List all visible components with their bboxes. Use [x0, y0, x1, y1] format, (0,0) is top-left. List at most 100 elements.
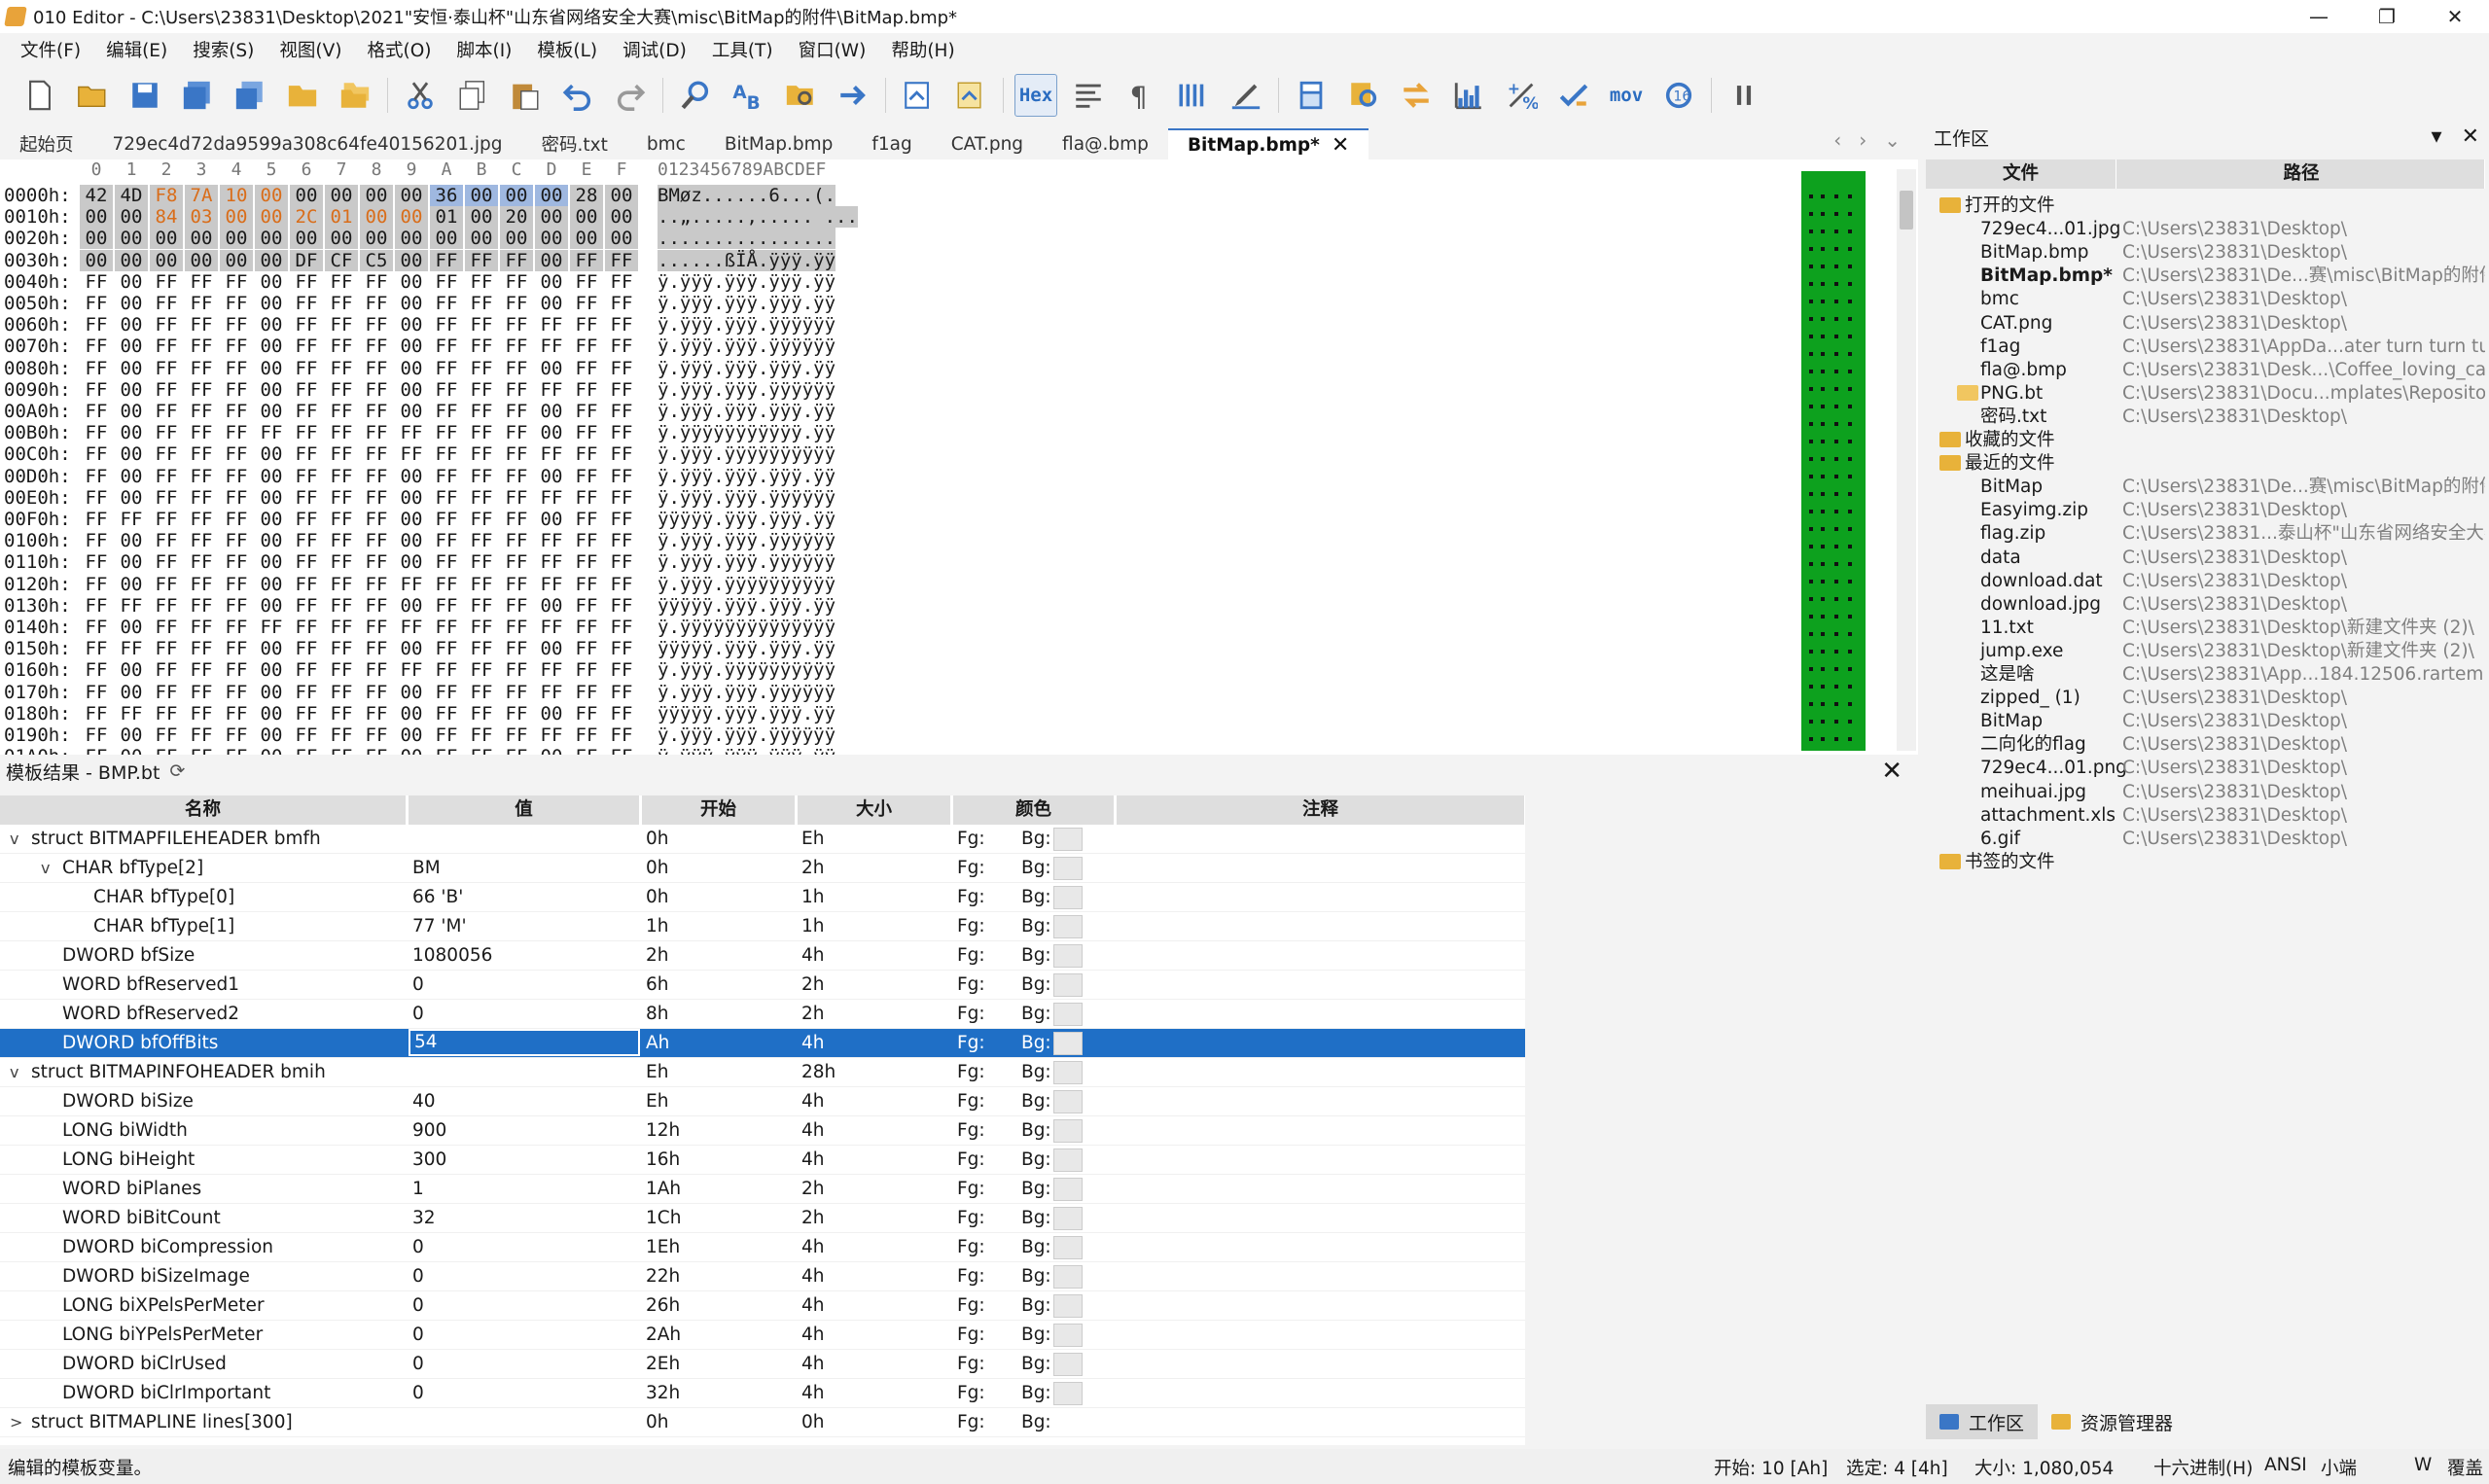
hex-byte[interactable]: 36	[430, 185, 463, 206]
hex-byte[interactable]: FF	[185, 379, 218, 401]
hex-ascii[interactable]: ÿ.ÿÿÿ.ÿÿÿ.ÿÿÿÿÿÿ	[658, 724, 836, 746]
hex-byte[interactable]: 2C	[290, 206, 323, 229]
maximize-button[interactable]: ❐	[2353, 0, 2421, 33]
file-tab[interactable]: fla@.bmp	[1043, 128, 1168, 159]
hex-byte[interactable]: FF	[185, 746, 218, 755]
hex-byte[interactable]: 00	[535, 466, 568, 487]
hex-byte[interactable]: FF	[185, 487, 218, 509]
hex-byte[interactable]: FF	[360, 703, 393, 724]
hex-byte[interactable]: FF	[80, 293, 113, 314]
hex-ascii[interactable]: ÿ.ÿÿÿ.ÿÿÿ.ÿÿÿÿÿÿ	[658, 682, 836, 703]
hex-byte[interactable]: FF	[290, 466, 323, 487]
hex-byte[interactable]: FF	[325, 659, 358, 681]
hex-byte[interactable]: FF	[605, 401, 638, 422]
hex-byte[interactable]: FF	[535, 617, 568, 638]
hex-byte[interactable]: FF	[185, 659, 218, 681]
hex-byte[interactable]: 00	[430, 228, 463, 250]
hex-byte[interactable]: FF	[290, 724, 323, 746]
hex-byte[interactable]: 00	[115, 358, 148, 379]
save-as-icon[interactable]	[176, 74, 219, 117]
hex-byte[interactable]: 00	[395, 638, 428, 659]
hex-row[interactable]: 00B0h: FF 00 FF FF FF FF FF FF FF FF FF FF FF 00 FF FF ÿ.…	[0, 422, 1799, 443]
hex-byte[interactable]: 00	[255, 509, 288, 530]
color-swatch[interactable]	[1052, 1353, 1083, 1376]
hex-byte[interactable]: 00	[605, 228, 638, 250]
hex-row[interactable]: 0060h: FF 00 FF FF FF 00 FF FF FF 00 FF FF FF FF FF FF ÿ.…	[0, 314, 1799, 336]
hex-byte[interactable]: FF	[465, 379, 498, 401]
hex-byte[interactable]: 00	[500, 228, 533, 250]
template-results-table[interactable]: 名称值开始 大小 颜色 注释 v struct BITMAPFILEHEADER bmfh…	[0, 795, 1525, 1445]
hex-byte[interactable]: 00	[535, 358, 568, 379]
template-row[interactable]: CHAR bfType[1] 77 'M' 1h 1h Fg: Bg:	[0, 912, 1525, 941]
hex-byte[interactable]: FF	[430, 271, 463, 293]
hex-byte[interactable]: FF	[570, 249, 603, 271]
hex-byte[interactable]: 00	[115, 551, 148, 573]
hex-byte[interactable]: 00	[115, 466, 148, 487]
hex-byte[interactable]: FF	[220, 617, 253, 638]
hex-byte[interactable]: FF	[150, 638, 183, 659]
operation-icon[interactable]	[1552, 74, 1595, 117]
hex-byte[interactable]: FF	[465, 682, 498, 703]
hex-byte[interactable]: 00	[465, 228, 498, 250]
highlight-icon[interactable]	[1225, 74, 1267, 117]
disassembler-button[interactable]: mov	[1605, 74, 1648, 117]
hex-byte[interactable]: 7A	[185, 185, 218, 206]
hex-byte[interactable]: FF	[220, 443, 253, 465]
hex-byte[interactable]: FF	[605, 595, 638, 617]
template-row[interactable]: DWORD bfOffBits 54 Ah 4h Fg: Bg:	[0, 1029, 1525, 1058]
hex-byte[interactable]: 00	[395, 509, 428, 530]
hex-byte[interactable]: FF	[360, 682, 393, 703]
hex-byte[interactable]: FF	[360, 595, 393, 617]
hex-byte[interactable]: 00	[395, 336, 428, 357]
hex-byte[interactable]: FF	[80, 638, 113, 659]
hex-byte[interactable]: FF	[500, 422, 533, 443]
hex-byte[interactable]: FF	[570, 336, 603, 357]
hex-byte[interactable]: 00	[220, 228, 253, 250]
hex-byte[interactable]: FF	[150, 271, 183, 293]
hex-byte[interactable]: 00	[150, 249, 183, 271]
hex-byte[interactable]: FF	[150, 293, 183, 314]
hex-byte[interactable]: FF	[150, 336, 183, 357]
hex-byte[interactable]: FF	[220, 466, 253, 487]
hex-row[interactable]: 0070h: FF 00 FF FF FF 00 FF FF FF 00 FF FF FF FF FF FF ÿ.…	[0, 336, 1799, 357]
template-row[interactable]: LONG biWidth 900 12h 4h Fg: Bg:	[0, 1116, 1525, 1146]
hex-row[interactable]: 0030h: 00 00 00 00 00 00 DF CF C5 00 FF FF FF 00 FF FF..…	[0, 249, 1799, 271]
hex-byte[interactable]: 00	[255, 682, 288, 703]
hex-byte[interactable]: FF	[360, 659, 393, 681]
hex-byte[interactable]: 00	[255, 659, 288, 681]
hex-byte[interactable]: FF	[430, 746, 463, 755]
menu-item-2[interactable]: 搜索(S)	[180, 37, 267, 62]
hex-byte[interactable]: FF	[185, 682, 218, 703]
hex-byte[interactable]: FF	[80, 682, 113, 703]
hex-byte[interactable]: FF	[500, 595, 533, 617]
hex-byte[interactable]: FF	[290, 530, 323, 551]
workspace-item[interactable]: 密码.txt C:\Users\23831\Desktop\	[1926, 406, 2485, 429]
hex-byte[interactable]: FF	[605, 422, 638, 443]
hex-row[interactable]: 0160h: FF 00 FF FF FF 00 FF FF FF FF FF FF FF FF FF FF ÿ.…	[0, 659, 1799, 681]
hex-byte[interactable]: FF	[150, 595, 183, 617]
template-value[interactable]: 0	[409, 1233, 640, 1262]
hex-byte[interactable]: FF	[605, 574, 638, 595]
hex-byte[interactable]: FF	[220, 574, 253, 595]
script-icon[interactable]	[897, 74, 940, 117]
hex-byte[interactable]: 00	[115, 746, 148, 755]
hex-byte[interactable]: 84	[150, 206, 183, 229]
template-row[interactable]: DWORD biSizeImage 0 22h 4h Fg: Bg:	[0, 1262, 1525, 1291]
hex-byte[interactable]: FF	[80, 314, 113, 336]
hex-row[interactable]: 00D0h: FF 00 FF FF FF 00 FF FF FF 00 FF FF FF 00 FF FF ÿ.…	[0, 466, 1799, 487]
color-swatch[interactable]	[1052, 857, 1083, 880]
hex-byte[interactable]: FF	[360, 574, 393, 595]
hex-byte[interactable]: FF	[360, 617, 393, 638]
template-value[interactable]: 54	[409, 1029, 640, 1056]
hex-byte[interactable]: FF	[290, 595, 323, 617]
hex-byte[interactable]: DF	[290, 249, 323, 271]
status-base[interactable]: 十六进制(H)	[2153, 1455, 2253, 1480]
hex-byte[interactable]: FF	[535, 551, 568, 573]
hex-byte[interactable]: FF	[185, 271, 218, 293]
hex-ascii[interactable]: ÿ.ÿÿÿ.ÿÿÿÿÿÿÿÿÿÿ	[658, 659, 836, 681]
hex-byte[interactable]: FF	[500, 379, 533, 401]
template-value[interactable]: 66 'B'	[409, 883, 640, 912]
workspace-bottom-tab[interactable]: 工作区	[1926, 1404, 2039, 1439]
template-value[interactable]: 1080056	[409, 941, 640, 971]
template-value[interactable]	[409, 825, 640, 854]
